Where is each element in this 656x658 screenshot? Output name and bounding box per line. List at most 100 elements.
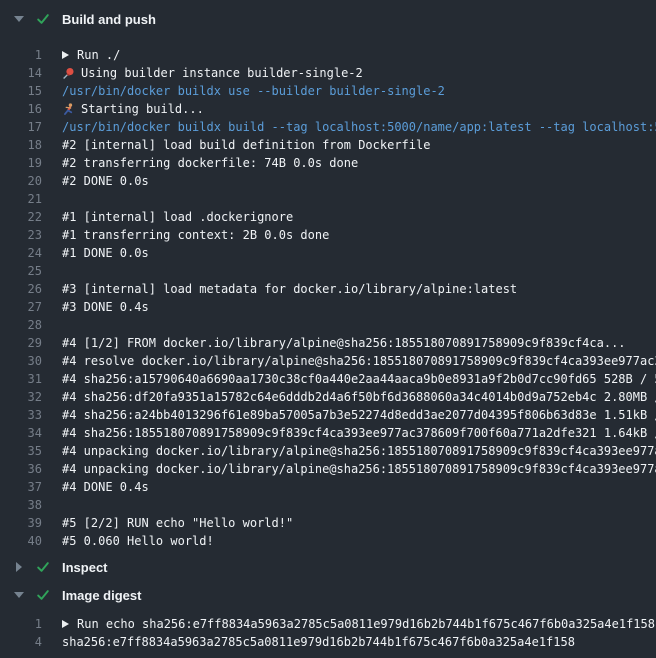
log-line: 24 #1 DONE 0.0s [0, 244, 656, 262]
line-number[interactable]: 17 [0, 118, 42, 136]
caret-box [14, 16, 24, 22]
log-line-content: Using builder instance builder-single-2 [62, 64, 656, 82]
line-number[interactable]: 4 [0, 633, 42, 651]
log-line: 25 [0, 262, 656, 280]
line-number[interactable]: 32 [0, 388, 42, 406]
log-line: 15/usr/bin/docker buildx use --builder b… [0, 82, 656, 100]
log-text: #4 sha256:a24bb4013296f61e89ba57005a7b3e… [62, 406, 656, 424]
log-line-content: #4 sha256:a24bb4013296f61e89ba57005a7b3e… [62, 406, 656, 424]
section-header-image-digest[interactable]: Image digest [0, 584, 656, 606]
log-line: 29 #4 [1/2] FROM docker.io/library/alpine… [0, 334, 656, 352]
log-line: 16 Starting build... [0, 100, 656, 118]
log-text: Using builder instance builder-single-2 [81, 64, 363, 82]
line-number[interactable]: 20 [0, 172, 42, 190]
log-text: #4 unpacking docker.io/library/alpine@sh… [62, 460, 656, 478]
line-number[interactable]: 29 [0, 334, 42, 352]
log-line: 35 #4 unpacking docker.io/library/alpine@… [0, 442, 656, 460]
line-number[interactable]: 15 [0, 82, 42, 100]
line-number[interactable]: 36 [0, 460, 42, 478]
log-line-content: #4 unpacking docker.io/library/alpine@sh… [62, 442, 656, 460]
line-number[interactable]: 16 [0, 100, 42, 118]
log-line: 4sha256:e7ff8834a5963a2785c5a0811e979d16… [0, 633, 656, 651]
log-line-content: #3 DONE 0.4s [62, 298, 656, 316]
log-line: 26 #3 [internal] load metadata for docker… [0, 280, 656, 298]
log-section-build-and-push: Build and push 1Run ./14Using builder ins… [0, 8, 656, 550]
line-number[interactable]: 19 [0, 154, 42, 172]
line-number[interactable]: 37 [0, 478, 42, 496]
log-line: 36 #4 unpacking docker.io/library/alpine@… [0, 460, 656, 478]
line-number[interactable]: 24 [0, 244, 42, 262]
log-line-content [62, 316, 656, 334]
log-section-inspect: Inspect [0, 556, 656, 578]
line-number[interactable]: 22 [0, 208, 42, 226]
line-number[interactable]: 23 [0, 226, 42, 244]
log-line-content: /usr/bin/docker buildx use --builder bui… [62, 82, 656, 100]
line-number[interactable]: 26 [0, 280, 42, 298]
log-line-content: #3 [internal] load metadata for docker.i… [62, 280, 656, 298]
log-line-content: #2 DONE 0.0s [62, 172, 656, 190]
log-line: 27 #3 DONE 0.4s [0, 298, 656, 316]
line-number[interactable]: 1 [0, 615, 42, 633]
log-line-content: #4 unpacking docker.io/library/alpine@sh… [62, 460, 656, 478]
check-icon [36, 12, 50, 26]
section-title: Build and push [62, 12, 156, 27]
log-command-text: /usr/bin/docker buildx use --builder bui… [62, 82, 445, 100]
log-line-content [62, 190, 656, 208]
log-line-content: /usr/bin/docker buildx build --tag local… [62, 118, 656, 136]
log-line-content: Starting build... [62, 100, 656, 118]
log-line: 1 Run echo sha256:e7ff8834a5963a2785c5a08… [0, 615, 656, 633]
log-text: #4 sha256:185518070891758909c9f839cf4ca3… [62, 424, 656, 442]
log-line-content [62, 262, 656, 280]
line-number[interactable]: 27 [0, 298, 42, 316]
line-number[interactable]: 33 [0, 406, 42, 424]
line-number[interactable]: 31 [0, 370, 42, 388]
section-header-inspect[interactable]: Inspect [0, 556, 656, 578]
line-number[interactable]: 39 [0, 514, 42, 532]
runner-icon [62, 103, 75, 116]
log-line: 22#1 [internal] load .dockerignore [0, 208, 656, 226]
play-icon[interactable] [62, 51, 69, 59]
line-number[interactable]: 28 [0, 316, 42, 334]
section-log-lines: 1Run ./14Using builder instance builder-… [0, 46, 656, 550]
log-line: 19 #2 transferring dockerfile: 74B 0.0s d… [0, 154, 656, 172]
log-line-content: #4 sha256:df20fa9351a15782c64e6dddb2d4a6… [62, 388, 656, 406]
log-line: 17/usr/bin/docker buildx build --tag loc… [0, 118, 656, 136]
log-text: #3 DONE 0.4s [62, 298, 149, 316]
section-header-build-and-push[interactable]: Build and push [0, 8, 656, 30]
log-line-content: #1 DONE 0.0s [62, 244, 656, 262]
log-line-content: #4 sha256:a15790640a6690aa1730c38cf0a440… [62, 370, 656, 388]
line-number[interactable]: 35 [0, 442, 42, 460]
log-line: 39 #5 [2/2] RUN echo "Hello world!" [0, 514, 656, 532]
log-text: #4 unpacking docker.io/library/alpine@sh… [62, 442, 656, 460]
log-text: #2 DONE 0.0s [62, 172, 149, 190]
log-section-image-digest: Image digest 1 Run echo sha256:e7ff8834a59… [0, 584, 656, 651]
log-line: 38 [0, 496, 656, 514]
log-line-content: Run echo sha256:e7ff8834a5963a2785c5a081… [62, 615, 656, 633]
line-number[interactable]: 38 [0, 496, 42, 514]
log-text: #1 transferring context: 2B 0.0s done [62, 226, 329, 244]
play-icon[interactable] [62, 620, 69, 628]
line-number[interactable]: 21 [0, 190, 42, 208]
line-number[interactable]: 1 [0, 46, 42, 64]
log-line-content [62, 496, 656, 514]
log-line: 14 Using builder instance builder-single-… [0, 64, 656, 82]
log-line: 28 [0, 316, 656, 334]
line-number[interactable]: 30 [0, 352, 42, 370]
line-number[interactable]: 34 [0, 424, 42, 442]
log-line-content: #5 0.060 Hello world! [62, 532, 656, 550]
caret-box [14, 592, 24, 598]
log-line-content: #2 [internal] load build definition from… [62, 136, 656, 154]
log-text: #5 [2/2] RUN echo "Hello world!" [62, 514, 293, 532]
line-number[interactable]: 14 [0, 64, 42, 82]
log-line: 30#4 resolve docker.io/library/alpine@sh… [0, 352, 656, 370]
section-title: Inspect [62, 560, 108, 575]
log-line: 31 #4 sha256:a15790640a6690aa1730c38cf0a4… [0, 370, 656, 388]
log-text: #4 [1/2] FROM docker.io/library/alpine@s… [62, 334, 626, 352]
line-number[interactable]: 18 [0, 136, 42, 154]
line-number[interactable]: 40 [0, 532, 42, 550]
log-line: 18 #2 [internal] load build definition fr… [0, 136, 656, 154]
log-line-content: #4 DONE 0.4s [62, 478, 656, 496]
line-number[interactable]: 25 [0, 262, 42, 280]
log-line-content: #4 [1/2] FROM docker.io/library/alpine@s… [62, 334, 656, 352]
log-text: #2 transferring dockerfile: 74B 0.0s don… [62, 154, 358, 172]
